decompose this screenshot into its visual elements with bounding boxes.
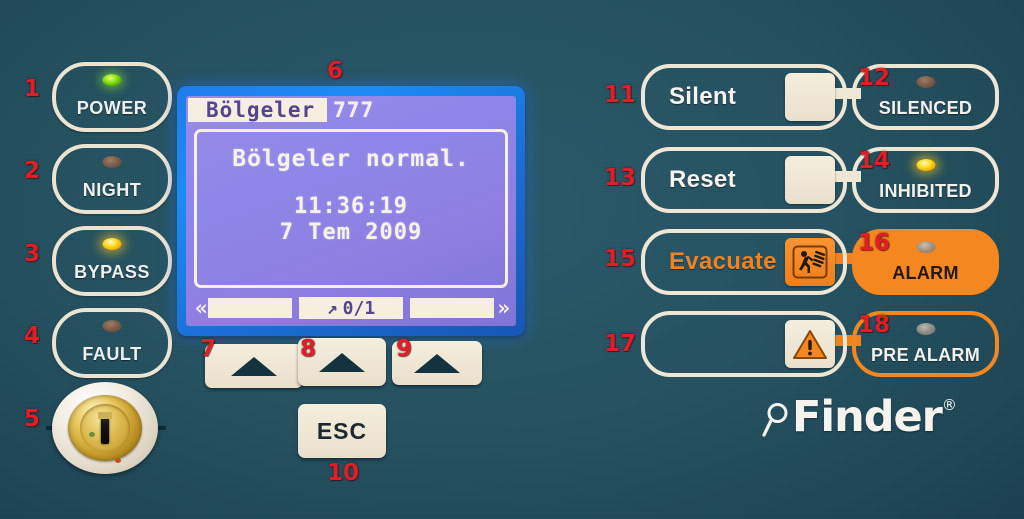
callout-number-3: 3 [24,241,41,267]
prealarm-press-pad[interactable] [785,320,835,368]
soft-key-previous-fill [207,298,292,318]
silent-press-pad[interactable] [785,73,835,121]
arrow-up-right-icon: ↗ [326,297,338,319]
lcd-display[interactable]: Bölgeler 777 Bölgeler normal. 11:36:19 7… [177,86,525,336]
triangle-up-icon [319,352,365,372]
fault-led-icon [102,320,122,332]
callout-number-17: 17 [604,331,637,357]
lcd-title-marker [188,98,200,122]
power-label: POWER [76,98,148,118]
callout-number-12: 12 [858,65,891,91]
callout-number-8: 8 [300,336,317,362]
bypass-indicator-button[interactable]: BYPASS [52,226,172,296]
callout-number-7: 7 [200,336,217,362]
power-led-icon [102,74,122,86]
night-led-icon [102,156,122,168]
key-switch-marker-green [89,432,95,437]
chevron-right-icon: » [497,295,510,320]
lcd-title-bar: Bölgeler 777 [186,96,516,124]
reset-label: Reset [669,166,736,193]
alarm-label: ALARM [892,263,959,283]
esc-key[interactable]: ESC [298,404,386,458]
night-indicator-button[interactable]: NIGHT [52,144,172,214]
callout-number-1: 1 [24,76,41,102]
soft-key-next-fill [410,298,495,318]
key-switch-face [80,404,130,463]
lcd-title-code: 777 [333,98,375,122]
callout-number-14: 14 [858,148,891,174]
alarm-led-icon [916,241,935,253]
fault-indicator-button[interactable]: FAULT [52,308,172,378]
callout-number-18: 18 [858,312,891,338]
triangle-up-icon [414,353,460,373]
key-switch[interactable] [46,382,166,478]
fire-alarm-control-panel: 1 POWER 2 NIGHT 3 BYPASS 4 FAULT 5 6 Böl… [0,0,1024,519]
soft-key-enter[interactable]: ↗ 0/1 [299,297,403,319]
callout-number-10: 10 [327,460,360,486]
arrow-key-1[interactable] [205,344,303,388]
running-man-icon [792,245,828,279]
registered-mark: ® [941,396,957,414]
prealarm-label: PRE ALARM [870,345,981,365]
callout-number-9: 9 [396,336,413,362]
key-switch-marker-red [115,458,121,463]
callout-number-2: 2 [24,158,41,184]
callout-number-4: 4 [24,323,41,349]
callout-number-11: 11 [604,82,637,108]
brand-logo: Finder ® [762,396,957,440]
callout-number-13: 13 [604,165,637,191]
lcd-body: Bölgeler normal. 11:36:19 7 Tem 2009 [194,129,508,288]
brand-name: Finder [792,392,943,442]
callout-number-15: 15 [604,246,637,272]
callout-number-16: 16 [858,230,891,256]
evacuate-label: Evacuate [669,248,777,275]
silenced-label: SILENCED [878,98,973,118]
silenced-led-icon [916,76,935,88]
prealarm-led-icon [916,323,935,335]
soft-key-page-count: 0/1 [342,297,376,319]
silent-label: Silent [669,83,737,110]
lcd-date: 7 Tem 2009 [279,220,423,245]
lcd-soft-key-bar: « ↗ 0/1 » [192,295,510,321]
soft-key-next[interactable]: » [410,297,510,319]
lcd-status-message: Bölgeler normal. [232,146,470,172]
inhibited-label: INHIBITED [879,181,972,201]
lcd-time: 11:36:19 [294,194,408,219]
silent-button[interactable]: Silent [641,64,847,130]
evacuate-press-pad[interactable] [785,238,835,286]
chevron-left-icon: « [195,295,208,320]
prealarm-button[interactable] [641,311,847,377]
soft-key-enter-box: ↗ 0/1 [299,297,403,319]
night-label: NIGHT [82,180,142,200]
reset-button[interactable]: Reset [641,147,847,213]
key-switch-barrel [68,395,142,463]
callout-number-5: 5 [24,406,41,432]
fault-label: FAULT [82,344,142,364]
magnifier-icon [762,403,788,437]
soft-key-previous[interactable]: « [192,297,292,319]
triangle-up-icon [231,356,277,376]
keyhole-icon [98,412,112,444]
callout-number-6: 6 [327,58,344,84]
warning-triangle-icon [793,329,827,359]
reset-press-pad[interactable] [785,156,835,204]
lcd-screen: Bölgeler 777 Bölgeler normal. 11:36:19 7… [186,96,516,326]
bypass-label: BYPASS [74,262,150,282]
inhibited-led-icon [916,159,935,171]
evacuate-button[interactable]: Evacuate [641,229,847,295]
lcd-title: Bölgeler [200,98,328,122]
power-indicator-button[interactable]: POWER [52,62,172,132]
bypass-led-icon [102,238,122,250]
key-switch-bezel [52,382,158,474]
esc-label: ESC [316,417,368,444]
